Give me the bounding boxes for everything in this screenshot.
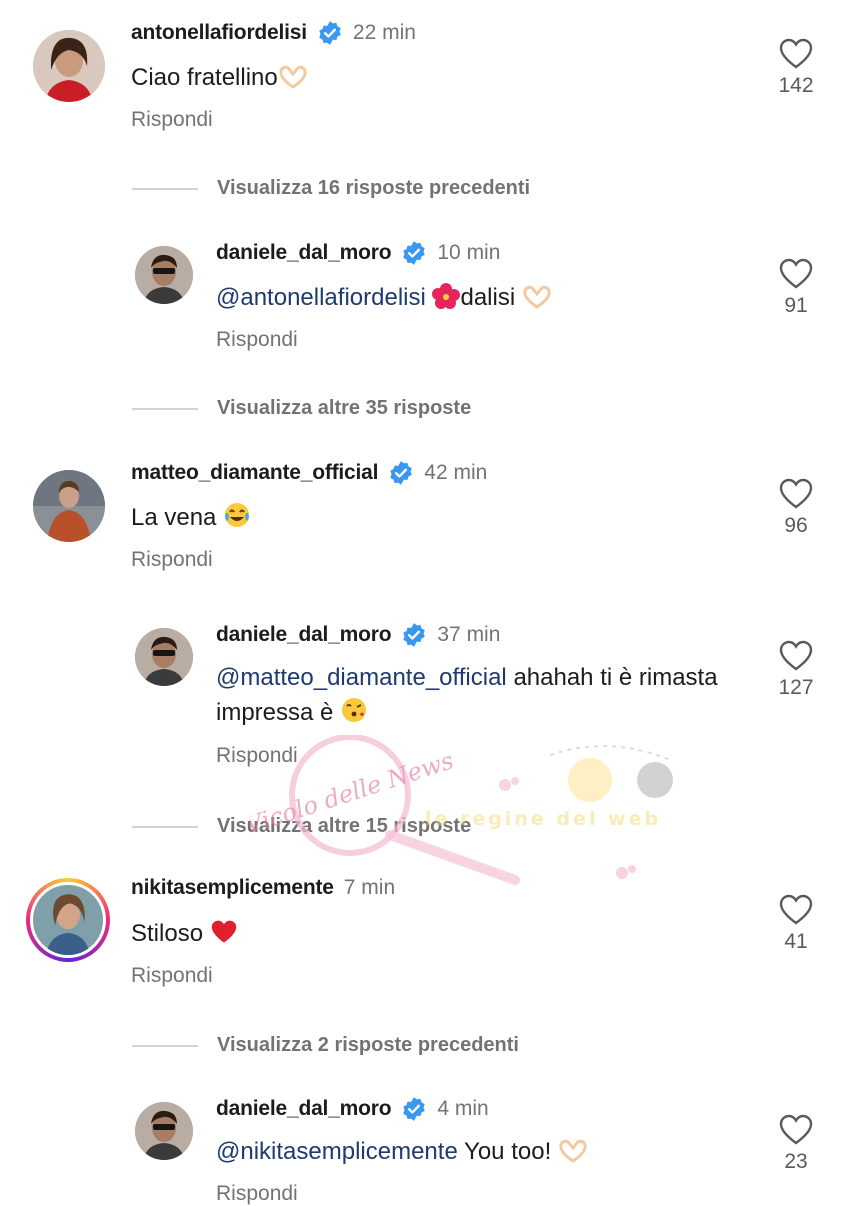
like-count: 96 [784, 514, 808, 537]
timestamp: 7 min [343, 876, 396, 899]
tears-of-joy-emoji-icon [223, 501, 251, 539]
timestamp: 37 min [437, 623, 501, 646]
view-replies-button[interactable]: Visualizza altre 35 risposte [132, 397, 471, 420]
avatar[interactable] [135, 628, 193, 686]
comment: antonellafiordelisi 22 min Ciao fratelli… [0, 0, 850, 160]
story-ring[interactable] [26, 878, 110, 962]
red-heart-emoji-icon [210, 919, 238, 955]
reply-comment: daniele_dal_moro 10 min @antonellafiorde… [0, 220, 850, 380]
comment-text: Stiloso [131, 916, 731, 955]
heart-outline-icon [779, 640, 813, 671]
like-count: 41 [784, 930, 808, 953]
timestamp: 10 min [437, 241, 501, 264]
avatar[interactable] [33, 30, 105, 102]
heart-hands-emoji-icon [558, 1138, 588, 1173]
like-count: 142 [778, 74, 814, 97]
like-count: 23 [784, 1150, 808, 1173]
avatar[interactable] [30, 882, 106, 958]
reply-button[interactable]: Rispondi [216, 744, 298, 768]
reply-comment: daniele_dal_moro 37 min @matteo_diamante… [0, 602, 850, 782]
timestamp: 42 min [424, 461, 488, 484]
username[interactable]: daniele_dal_moro [216, 1097, 392, 1121]
comment: nikitasemplicemente 7 min Stiloso Rispon… [0, 858, 850, 1018]
reply-button[interactable]: Rispondi [216, 1182, 298, 1206]
like-count: 127 [778, 676, 814, 699]
comment-text: Ciao fratellino [131, 60, 731, 99]
heart-hands-emoji-icon [278, 64, 308, 99]
heart-outline-icon [779, 258, 813, 289]
avatar[interactable] [135, 1102, 193, 1160]
username[interactable]: daniele_dal_moro [216, 241, 392, 265]
divider [132, 187, 198, 190]
verified-badge-icon [403, 241, 426, 265]
heart-outline-icon [779, 38, 813, 69]
username[interactable]: nikitasemplicemente [131, 876, 334, 900]
heart-outline-icon [779, 1114, 813, 1145]
mention-link[interactable]: @nikitasemplicemente [216, 1138, 458, 1165]
comment-text: @antonellafiordelisi dalisi [216, 280, 756, 319]
avatar[interactable] [135, 246, 193, 304]
timestamp: 4 min [437, 1097, 489, 1120]
reply-button[interactable]: Rispondi [216, 328, 298, 352]
like-button[interactable]: 142 [772, 38, 820, 98]
verified-badge-icon [403, 1097, 426, 1121]
comment-text: @matteo_diamante_official ahahah ti è ri… [216, 660, 756, 734]
reply-button[interactable]: Rispondi [131, 548, 213, 572]
like-button[interactable]: 23 [772, 1114, 820, 1174]
hibiscus-emoji-icon [432, 283, 461, 319]
divider [132, 825, 198, 828]
divider [132, 1044, 198, 1047]
view-replies-button[interactable]: Visualizza 16 risposte precedenti [132, 177, 530, 200]
timestamp: 22 min [352, 21, 416, 44]
view-replies-button[interactable]: Visualizza 2 risposte precedenti [132, 1034, 519, 1057]
view-replies-button[interactable]: Visualizza altre 15 risposte [132, 815, 471, 838]
reply-comment: daniele_dal_moro 4 min @nikitasempliceme… [0, 1076, 850, 1205]
reply-button[interactable]: Rispondi [131, 108, 213, 132]
username[interactable]: daniele_dal_moro [216, 623, 392, 647]
like-button[interactable]: 41 [772, 894, 820, 954]
divider [132, 407, 198, 410]
verified-badge-icon [319, 21, 341, 45]
heart-outline-icon [779, 478, 813, 509]
username[interactable]: antonellafiordelisi [131, 21, 307, 45]
like-button[interactable]: 96 [772, 478, 820, 538]
face-blowing-kiss-emoji-icon [340, 696, 368, 734]
comment-text: @nikitasemplicemente You too! [216, 1134, 756, 1173]
verified-badge-icon [403, 623, 426, 647]
username[interactable]: matteo_diamante_official [131, 461, 378, 485]
like-button[interactable]: 91 [772, 258, 820, 318]
heart-hands-emoji-icon [522, 284, 552, 319]
mention-link[interactable]: @antonellafiordelisi [216, 284, 426, 311]
reply-button[interactable]: Rispondi [131, 964, 213, 988]
comment: matteo_diamante_official 42 min La vena … [0, 440, 850, 600]
comment-text: La vena [131, 500, 731, 539]
avatar[interactable] [33, 470, 105, 542]
heart-outline-icon [779, 894, 813, 925]
verified-badge-icon [390, 461, 413, 485]
mention-link[interactable]: @matteo_diamante_official [216, 664, 507, 691]
like-count: 91 [784, 294, 808, 317]
like-button[interactable]: 127 [772, 640, 820, 700]
